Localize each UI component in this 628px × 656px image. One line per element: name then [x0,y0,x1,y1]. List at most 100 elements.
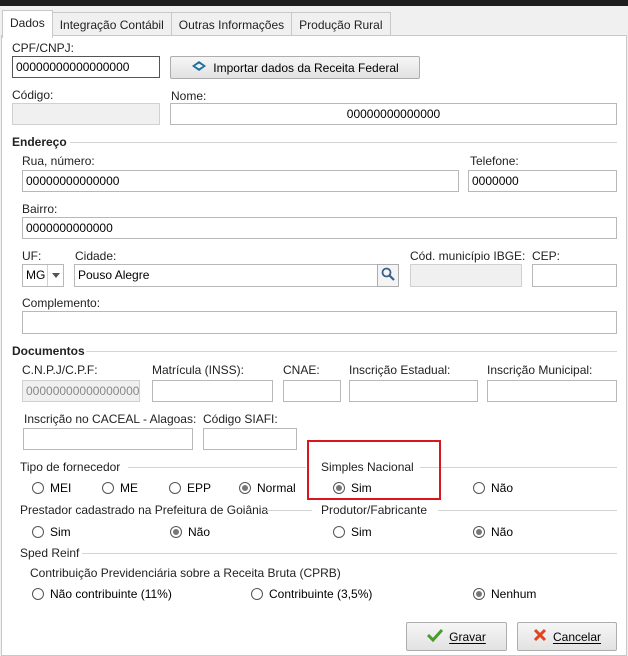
complemento-label: Complemento: [22,296,101,310]
ibge-input[interactable] [410,264,522,287]
siafi-input[interactable] [203,428,297,450]
rua-label: Rua, número: [22,154,95,168]
radio-nao-contribuinte[interactable]: Não contribuinte (11%) [32,587,172,601]
caceal-input[interactable] [23,428,193,450]
prestador-title: Prestador cadastrado na Prefeitura de Go… [20,503,269,517]
matricula-label: Matrícula (INSS): [152,363,245,377]
import-button-label: Importar dados da Receita Federal [213,60,399,75]
radio-mei-label: MEI [50,481,72,495]
caceal-label: Inscrição no CACEAL - Alagoas: [24,412,197,426]
radio-nao-contribuinte-circle [32,588,44,600]
window-top-bar [0,0,628,6]
complemento-input[interactable] [22,311,617,334]
form-panel [1,35,627,656]
tab-integracao-contabil[interactable]: Integração Contábil [51,12,172,37]
cnpj-doc-label: C.N.P.J/C.P.F: [22,363,98,377]
cnae-label: CNAE: [283,363,320,377]
ie-input[interactable] [349,380,478,402]
siafi-label: Código SIAFI: [203,412,278,426]
radio-normal-label: Normal [257,481,296,495]
check-icon [427,628,444,645]
cnpj-doc-input[interactable]: 000000000000000000 [22,380,140,402]
bairro-input[interactable]: 0000000000000 [22,217,617,239]
radio-simples-nao-label: Não [491,481,514,495]
rua-input[interactable]: 00000000000000 [22,170,459,192]
radio-simples-nao[interactable]: Não [473,481,513,495]
radio-nenhum-circle [473,588,485,600]
produtor-divider [438,510,617,511]
radio-produtor-nao-circle [473,526,485,538]
endereco-section-title: Endereço [12,135,67,149]
codigo-input[interactable] [12,103,160,125]
gravar-label: Gravar [449,629,486,644]
radio-nenhum[interactable]: Nenhum [473,587,536,601]
nome-input[interactable]: 00000000000000 [170,103,617,125]
codigo-label: Código: [12,88,54,102]
radio-produtor-sim-label: Sim [351,525,372,539]
radio-me-circle [102,482,114,494]
import-receita-button[interactable]: Importar dados da Receita Federal [170,56,420,79]
radio-contribuinte-circle [251,588,263,600]
radio-prestador-sim-label: Sim [50,525,71,539]
radio-prestador-sim-circle [32,526,44,538]
radio-me[interactable]: ME [102,481,138,495]
bairro-label: Bairro: [22,202,58,216]
radio-nenhum-label: Nenhum [491,587,537,601]
telefone-input[interactable]: 0000000 [468,170,617,192]
radio-produtor-sim-circle [333,526,345,538]
uf-label: UF: [22,249,42,263]
radio-simples-nao-circle [473,482,485,494]
cpf-cnpj-input[interactable]: 00000000000000000 [12,56,160,78]
cancelar-button[interactable]: Cancelar [517,622,617,651]
radio-prestador-nao-circle [170,526,182,538]
documentos-divider [86,351,617,352]
cprb-subtitle: Contribuição Previdenciária sobre a Rece… [30,566,341,580]
close-icon [533,628,547,645]
uf-value: MG [26,268,46,282]
cep-label: CEP: [532,249,561,263]
radio-contribuinte[interactable]: Contribuinte (3,5%) [251,587,372,601]
cidade-label: Cidade: [75,249,117,263]
radio-contribuinte-label: Contribuinte (3,5%) [269,587,373,601]
ibge-label: Cód. município IBGE: [410,249,526,263]
cnae-input[interactable] [283,380,341,402]
search-icon [381,267,395,284]
gravar-button[interactable]: Gravar [406,622,507,651]
radio-prestador-sim[interactable]: Sim [32,525,71,539]
im-input[interactable] [487,380,617,402]
cancelar-label: Cancelar [552,629,602,644]
radio-prestador-nao-label: Não [188,525,211,539]
radio-epp[interactable]: EPP [169,481,211,495]
matricula-input[interactable] [152,380,273,402]
simples-nacional-divider [420,467,617,468]
cep-input[interactable] [532,264,617,287]
tipo-fornecedor-title: Tipo de fornecedor [20,460,121,474]
chevron-down-icon[interactable] [52,273,60,278]
cpf-cnpj-label: CPF/CNPJ: [12,41,75,55]
radio-mei[interactable]: MEI [32,481,71,495]
telefone-label: Telefone: [470,154,519,168]
cidade-search-button[interactable] [377,264,399,287]
tab-outras-informacoes[interactable]: Outras Informações [170,12,293,37]
tab-producao-rural[interactable]: Produção Rural [291,12,391,37]
im-label: Inscrição Municipal: [487,363,593,377]
documentos-section-title: Documentos [12,344,85,358]
radio-normal[interactable]: Normal [239,481,296,495]
radio-me-label: ME [120,481,138,495]
nome-label: Nome: [171,89,207,103]
uf-select-divider [47,265,48,286]
produtor-title: Produtor/Fabricante [321,503,428,517]
prestador-divider [266,510,312,511]
simples-nacional-highlight [307,440,441,500]
cidade-input[interactable]: Pouso Alegre [74,264,378,287]
endereco-divider [70,142,617,143]
radio-produtor-sim[interactable]: Sim [333,525,372,539]
tipo-fornecedor-divider [128,467,306,468]
sped-reinf-divider [82,553,617,554]
tab-bar: Dados Integração Contábil Outras Informa… [2,10,391,38]
radio-produtor-nao[interactable]: Não [473,525,513,539]
ie-label: Inscrição Estadual: [349,363,451,377]
sped-reinf-title: Sped Reinf [20,546,80,560]
tab-dados[interactable]: Dados [2,10,53,38]
radio-prestador-nao[interactable]: Não [170,525,210,539]
